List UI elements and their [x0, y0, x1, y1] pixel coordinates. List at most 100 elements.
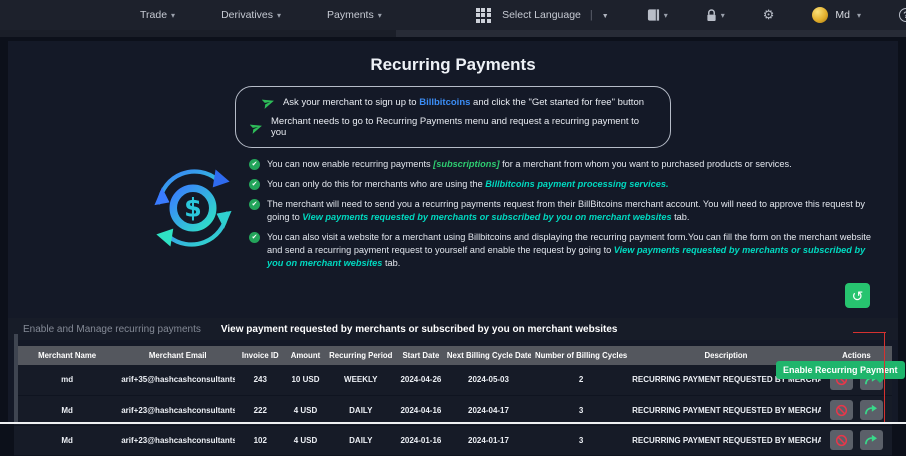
check-icon	[249, 199, 260, 210]
wallet-icon	[647, 9, 660, 21]
payments-table-container: Merchant Name Merchant Email Invoice ID …	[14, 346, 892, 456]
avatar	[812, 7, 829, 23]
info-box: Ask your merchant to sign up to Billbitc…	[235, 86, 671, 148]
col-merchant-name: Merchant Name	[14, 346, 121, 365]
main-nav: Trade Derivatives Payments	[140, 7, 491, 23]
horizontal-scrollbar[interactable]	[0, 30, 906, 37]
security-menu[interactable]	[706, 8, 725, 22]
divider	[590, 9, 593, 21]
enable-recurring-tooltip: Enable Recurring Payment	[776, 361, 905, 383]
bullet-item: You can also visit a website for a merch…	[249, 231, 874, 270]
chevron-down-icon	[664, 9, 668, 21]
feature-bullets: You can now enable recurring payments [s…	[249, 158, 874, 277]
username-label: Md	[835, 9, 850, 21]
lock-icon	[706, 8, 717, 22]
col-num-cycles: Number of Billing Cycles	[531, 346, 632, 365]
bullet-item: The merchant will need to send you a rec…	[249, 198, 874, 224]
cancel-payment-button[interactable]	[830, 400, 854, 420]
chevron-down-icon	[171, 9, 175, 21]
table-header-row: Merchant Name Merchant Email Invoice ID …	[14, 346, 892, 365]
user-menu[interactable]: Md	[812, 7, 861, 23]
col-start-date: Start Date	[395, 346, 446, 365]
intro-section: $ You can now enable recurring payments …	[146, 158, 874, 277]
cell-start-date: 2024-04-16	[395, 395, 446, 426]
cell-num-cycles: 3	[531, 395, 632, 426]
tab-enable-manage[interactable]: Enable and Manage recurring payments	[23, 324, 201, 335]
cell-num-cycles: 3	[531, 425, 632, 456]
cell-amount: 4 USD	[285, 425, 326, 456]
cell-num-cycles: 2	[531, 365, 632, 396]
cell-start-date: 2024-01-16	[395, 425, 446, 456]
cell-recurring-period: DAILY	[325, 395, 396, 426]
info-text: Ask your merchant to sign up to Billbitc…	[282, 97, 645, 108]
cell-next-billing: 2024-04-17	[445, 395, 532, 426]
send-icon	[261, 96, 275, 109]
annotation-red-line-right	[884, 332, 885, 424]
navbar-right: Select Language Md	[502, 7, 906, 23]
bullet-text: You can only do this for merchants who a…	[267, 179, 669, 189]
main-panel: Recurring Payments Ask your merchant to …	[8, 41, 898, 456]
cell-merchant-email: arif+23@hashcashconsultants.com	[120, 425, 236, 456]
check-icon	[249, 159, 260, 170]
language-selector[interactable]: Select Language	[502, 9, 609, 21]
nav-derivatives[interactable]: Derivatives	[221, 9, 281, 21]
cancel-icon	[836, 404, 848, 416]
col-invoice-id: Invoice ID	[235, 346, 286, 365]
bullet-text: The merchant will need to send you a rec…	[267, 199, 866, 222]
help-icon[interactable]	[899, 8, 906, 22]
bullet-item: You can only do this for merchants who a…	[249, 178, 874, 191]
annotation-red-line-top	[853, 332, 886, 333]
cell-recurring-period: DAILY	[325, 425, 396, 456]
svg-text:$: $	[184, 192, 202, 222]
send-icon	[250, 121, 263, 134]
enable-payment-button[interactable]	[859, 400, 883, 420]
nav-trade[interactable]: Trade	[140, 9, 175, 21]
bullet-text: You can now enable recurring payments [s…	[267, 159, 792, 169]
scrollbar-thumb[interactable]	[0, 30, 396, 37]
refresh-button[interactable]	[845, 283, 870, 308]
recurring-payment-icon: $	[146, 161, 240, 255]
bullet-text: You can also visit a website for a merch…	[267, 232, 871, 268]
cell-merchant-name: md	[14, 365, 121, 396]
gear-icon	[763, 7, 775, 23]
chevron-down-icon	[721, 9, 725, 21]
top-navbar: Trade Derivatives Payments Select Langua…	[0, 0, 906, 30]
nav-trade-label: Trade	[140, 9, 168, 21]
toolbar	[8, 283, 870, 311]
forward-arrow-icon	[865, 434, 878, 445]
vertical-scrollbar[interactable]	[14, 334, 18, 422]
chevron-down-icon	[277, 9, 281, 21]
cell-recurring-period: WEEKLY	[325, 365, 396, 396]
cancel-payment-button[interactable]	[830, 430, 854, 450]
cell-amount: 4 USD	[285, 395, 326, 426]
settings-button[interactable]	[763, 7, 775, 23]
info-line: Ask your merchant to sign up to Billbitc…	[250, 96, 656, 109]
payments-table: Merchant Name Merchant Email Invoice ID …	[14, 346, 892, 456]
col-amount: Amount	[285, 346, 326, 365]
cell-merchant-email: arif+23@hashcashconsultants.com	[120, 395, 236, 426]
cell-invoice-id: 222	[235, 395, 286, 426]
info-line: Merchant needs to go to Recurring Paymen…	[250, 116, 656, 138]
tab-view-requested[interactable]: View payment requested by merchants or s…	[221, 324, 618, 335]
table-row: Md arif+23@hashcashconsultants.com 222 4…	[14, 395, 892, 426]
check-icon	[249, 232, 260, 243]
cell-merchant-name: Md	[14, 425, 121, 456]
col-recurring-period: Recurring Period	[325, 346, 396, 365]
nav-payments[interactable]: Payments	[327, 9, 382, 21]
cell-merchant-email: arif+35@hashcashconsultants.com	[120, 365, 236, 396]
cell-next-billing: 2024-01-17	[445, 425, 532, 456]
nav-payments-label: Payments	[327, 9, 374, 21]
chevron-down-icon	[378, 9, 382, 21]
tab-bar: Enable and Manage recurring payments Vie…	[8, 318, 898, 340]
col-next-billing: Next Billing Cycle Date	[445, 346, 532, 365]
billbitcoins-link[interactable]: Billbitcoins	[419, 97, 470, 108]
language-label: Select Language	[502, 9, 581, 21]
cell-description: RECURRING PAYMENT REQUESTED BY MERCHANT	[631, 395, 821, 426]
enable-payment-button[interactable]	[859, 430, 883, 450]
check-icon	[249, 179, 260, 190]
cell-start-date: 2024-04-26	[395, 365, 446, 396]
wallet-menu[interactable]	[647, 9, 668, 21]
page-title: Recurring Payments	[370, 55, 536, 74]
cell-merchant-name: Md	[14, 395, 121, 426]
apps-grid-icon[interactable]	[475, 7, 491, 23]
